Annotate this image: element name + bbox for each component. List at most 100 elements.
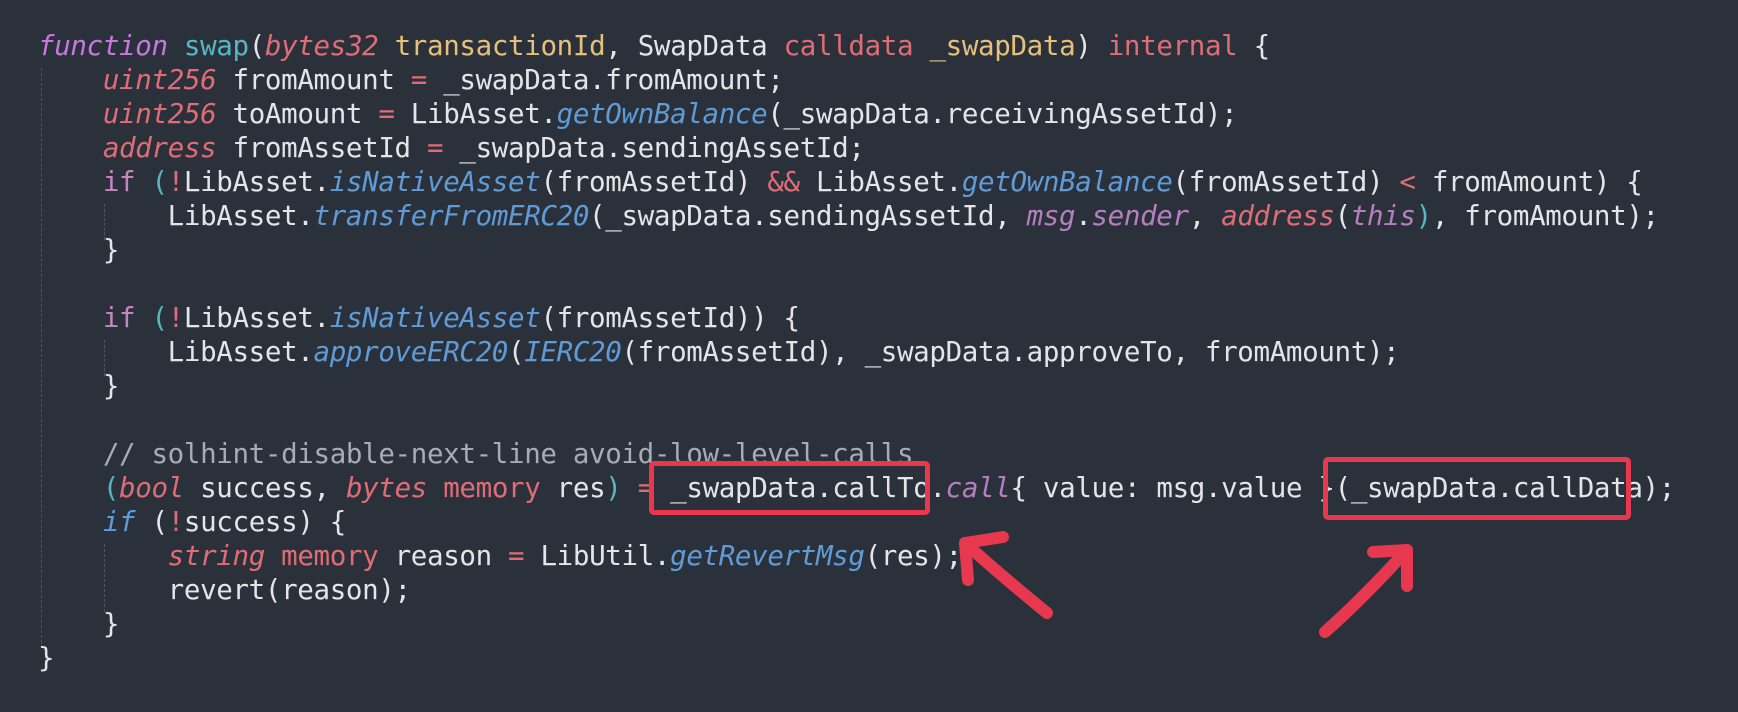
code-token: reason [378, 540, 509, 572]
code-token: ! [167, 506, 185, 538]
code-token: ! [167, 166, 185, 198]
code-token: _swapData.fromAmount; [426, 64, 784, 96]
code-token: fromAmount) { [1415, 166, 1643, 198]
code-token: (fromAssetId)) { [540, 302, 800, 334]
code-token: revert(reason); [38, 574, 411, 606]
code-line: } [38, 607, 120, 641]
code-token: isNativeAsset [329, 302, 541, 334]
code-token: ! [167, 302, 185, 334]
code-line: if (!success) { [38, 505, 346, 539]
code-token: (fromAssetId), _swapData.approveTo, from… [621, 336, 1400, 368]
code-token: ) [1075, 30, 1108, 62]
code-token: getRevertMsg [670, 540, 865, 572]
code-token: if [102, 302, 136, 334]
code-token: uint256 [102, 98, 217, 130]
code-line: LibAsset.approveERC20(IERC20(fromAssetId… [38, 335, 1400, 369]
code-token: ( [135, 506, 168, 538]
code-token: transactionId [394, 30, 606, 62]
code-token: swap [183, 30, 249, 62]
code-token: toAmount [216, 98, 379, 130]
code-line: LibAsset.transferFromERC20(_swapData.sen… [38, 199, 1659, 233]
code-token: && [767, 166, 800, 198]
code-token: function [38, 30, 168, 62]
code-token: res [540, 472, 606, 504]
code-token: getOwnBalance [556, 98, 768, 130]
arrow-to-callData [1319, 544, 1413, 638]
code-token: fromAssetId [216, 132, 427, 164]
code-token: bool [119, 472, 184, 504]
code-token: _swapData [929, 30, 1076, 62]
arrow-to-callTo [959, 531, 1053, 619]
code-token: address [102, 132, 217, 164]
code-line: uint256 toAmount = LibAsset.getOwnBalanc… [38, 97, 1238, 131]
code-token: = [378, 98, 395, 130]
code-token: , SwapData [605, 30, 784, 62]
code-token: ) [1415, 200, 1433, 232]
code-token: IERC20 [524, 336, 622, 368]
code-token: (_swapData.sendingAssetId, [589, 200, 1027, 232]
code-token: msg [1026, 200, 1076, 232]
code-token: } [38, 234, 120, 266]
code-token: success) { [183, 506, 346, 538]
code-token: = [410, 64, 428, 96]
code-token: bytes32 [264, 30, 379, 62]
code-line: if (!LibAsset.isNativeAsset(fromAssetId)… [38, 165, 1643, 199]
code-token: memory [443, 472, 541, 504]
code-line: } [38, 369, 120, 403]
code-token: LibAsset. [38, 200, 314, 232]
code-line: } [38, 233, 120, 267]
code-editor: function swap(bytes32 transactionId, Swa… [0, 0, 1738, 712]
code-token: memory [281, 540, 379, 572]
code-token: (res); [864, 540, 963, 572]
code-line: if (!LibAsset.isNativeAsset(fromAssetId)… [38, 301, 800, 335]
code-token: ( [248, 30, 266, 62]
code-token: fromAmount [216, 64, 411, 96]
code-token: (fromAssetId) [1172, 166, 1400, 198]
code-line: revert(reason); [38, 573, 411, 607]
code-token: internal [1107, 30, 1238, 62]
code-token: this [1350, 200, 1416, 232]
code-token: , [1188, 200, 1222, 232]
code-token: string [167, 540, 266, 572]
code-token: LibAsset. [394, 98, 557, 130]
code-token: , fromAmount); [1431, 200, 1659, 232]
code-token: success, [183, 472, 346, 504]
code-token: approveERC20 [313, 336, 509, 368]
code-token: if [102, 166, 136, 198]
code-token: uint256 [102, 64, 217, 96]
code-line: string memory reason = LibUtil.getRevert… [38, 539, 963, 573]
code-token: ( [102, 472, 120, 504]
code-token: < [1399, 166, 1416, 198]
code-token: LibAsset. [183, 166, 330, 198]
code-token: LibAsset. [799, 166, 962, 198]
code-token: ( [508, 336, 525, 368]
code-token: ( [135, 166, 168, 198]
code-token: address [1221, 200, 1335, 232]
code-token: } [38, 642, 55, 674]
code-token: isNativeAsset [329, 166, 541, 198]
code-token: } [38, 370, 120, 402]
code-token: = [508, 540, 525, 572]
code-token: . [1075, 200, 1092, 232]
code-token: LibAsset. [183, 302, 330, 334]
code-token: LibUtil. [524, 540, 671, 572]
code-token: (_swapData.receivingAssetId); [767, 98, 1238, 130]
code-token: if [102, 506, 136, 538]
code-token: LibAsset. [38, 336, 314, 368]
code-token: (fromAssetId) [540, 166, 768, 198]
code-token: transferFromERC20 [313, 200, 590, 232]
code-line: function swap(bytes32 transactionId, Swa… [38, 29, 1270, 63]
code-token: call [945, 472, 1011, 504]
